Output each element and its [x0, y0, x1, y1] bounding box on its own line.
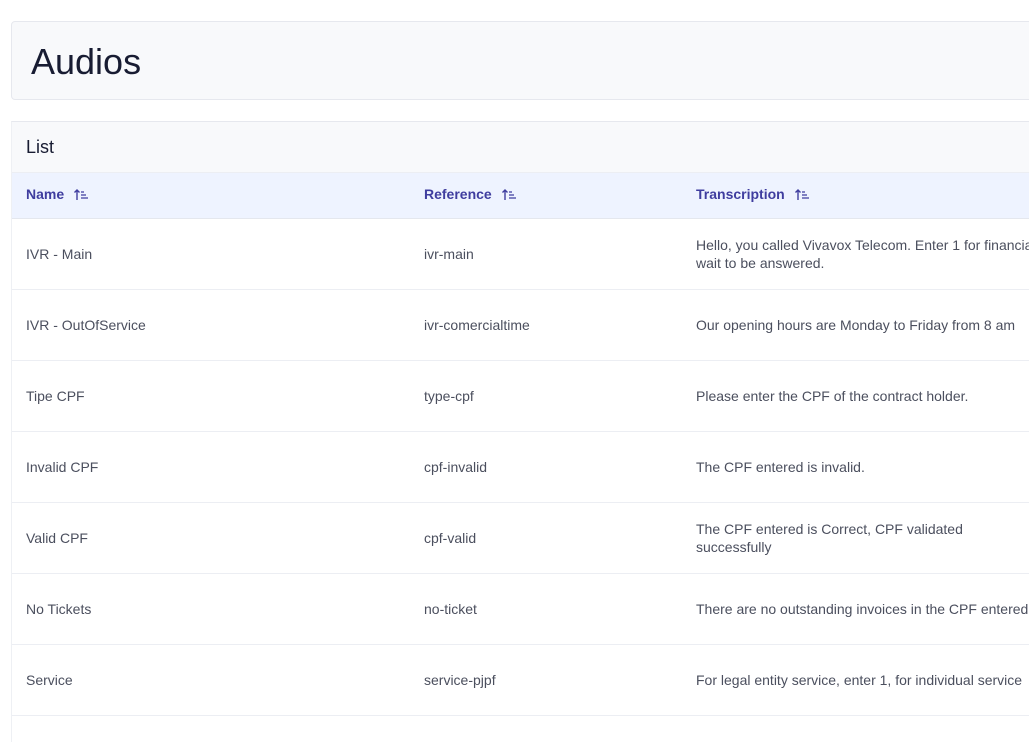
column-header-label: Reference	[424, 186, 492, 203]
table-row[interactable]: Valid CPF cpf-valid The CPF entered is C…	[12, 502, 1029, 574]
column-header-reference[interactable]: Reference	[410, 173, 682, 219]
table-header-row: Name Reference Transcription	[12, 173, 1029, 219]
cell-reference: cpf-valid	[410, 502, 682, 574]
page-title: Audios	[31, 41, 142, 82]
column-header-label: Transcription	[696, 186, 785, 203]
cell-name: Tipe CPF	[12, 360, 410, 432]
cell-name: IVR - Main	[12, 218, 410, 290]
cell-transcription: The CPF entered is invalid.	[682, 431, 1029, 503]
cell-reference: type-cpf	[410, 360, 682, 432]
column-header-label: Name	[26, 186, 65, 203]
card-header: List	[12, 122, 1029, 173]
table-row[interactable]: IVR - OutOfService ivr-comercialtime Our…	[12, 289, 1029, 361]
audio-list-card: List Name Reference Transcription IVR - …	[11, 121, 1029, 742]
table-row[interactable]: IVR - Main ivr-main Hello, you called Vi…	[12, 218, 1029, 290]
cell-reference: ivr-comercialtime	[410, 289, 682, 361]
table-row[interactable]: Invalid CPF cpf-invalid The CPF entered …	[12, 431, 1029, 503]
cell-reference: cpf-invalid	[410, 431, 682, 503]
column-header-transcription[interactable]: Transcription	[682, 173, 1029, 219]
sort-ascending-icon[interactable]	[501, 188, 516, 204]
cell-name: Invalid CPF	[12, 431, 410, 503]
cell-name: Valid CPF	[12, 502, 410, 574]
audio-table: Name Reference Transcription IVR - Main …	[12, 173, 1029, 716]
cell-reference: service-pjpf	[410, 644, 682, 716]
sort-ascending-icon[interactable]	[74, 188, 89, 204]
table-row[interactable]: Service service-pjpf For legal entity se…	[12, 644, 1029, 716]
cell-name: IVR - OutOfService	[12, 289, 410, 361]
column-header-name[interactable]: Name	[12, 173, 410, 219]
table-row[interactable]: Tipe CPF type-cpf Please enter the CPF o…	[12, 360, 1029, 432]
card-title: List	[26, 137, 55, 157]
cell-transcription: Please enter the CPF of the contract hol…	[682, 360, 1029, 432]
cell-name: No Tickets	[12, 573, 410, 645]
cell-transcription: The CPF entered is Correct, CPF validate…	[682, 502, 1029, 574]
cell-reference: no-ticket	[410, 573, 682, 645]
cell-transcription: There are no outstanding invoices in the…	[682, 573, 1029, 645]
page-header: Audios	[11, 21, 1029, 100]
cell-transcription: Hello, you called Vivavox Telecom. Enter…	[682, 218, 1029, 290]
cell-reference: ivr-main	[410, 218, 682, 290]
cell-name: Service	[12, 644, 410, 716]
cell-transcription: For legal entity service, enter 1, for i…	[682, 644, 1029, 716]
sort-ascending-icon[interactable]	[794, 188, 809, 204]
table-row[interactable]: No Tickets no-ticket There are no outsta…	[12, 573, 1029, 645]
cell-transcription: Our opening hours are Monday to Friday f…	[682, 289, 1029, 361]
